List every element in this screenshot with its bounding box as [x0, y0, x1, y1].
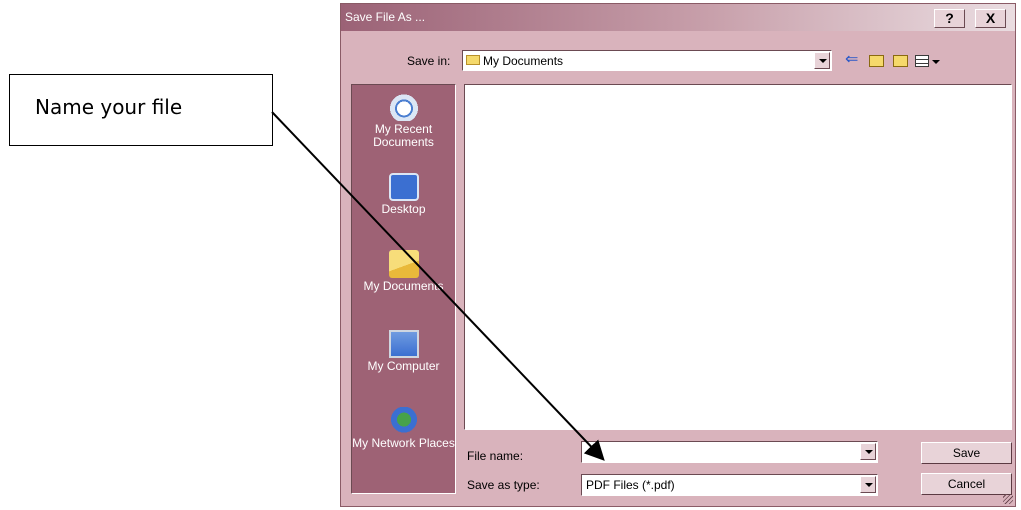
file-name-field[interactable]: [581, 441, 878, 463]
title-bar[interactable]: Save File As ... ? X: [341, 4, 1015, 31]
chevron-down-icon[interactable]: [860, 443, 876, 460]
file-list[interactable]: [464, 84, 1012, 430]
place-label: My Recent Documents: [373, 122, 434, 149]
close-button[interactable]: X: [975, 9, 1006, 28]
view-menu-chevron-icon[interactable]: [932, 60, 940, 64]
place-label: My Computer: [367, 359, 440, 373]
chevron-down-icon[interactable]: [860, 476, 876, 493]
recent-documents-icon: [388, 93, 419, 121]
desktop-icon: [388, 173, 419, 201]
place-label: My Documents: [363, 279, 444, 293]
place-my-computer[interactable]: My Computer: [352, 330, 455, 373]
save-button[interactable]: Save: [921, 442, 1012, 464]
my-documents-icon: [388, 250, 419, 278]
back-arrow-icon[interactable]: ⇐: [845, 51, 858, 69]
folder-icon: [466, 55, 480, 65]
place-my-recent-documents[interactable]: My Recent Documents: [352, 93, 455, 149]
resize-grip-icon[interactable]: [1003, 494, 1013, 504]
up-folder-icon[interactable]: [869, 55, 884, 67]
place-my-network-places[interactable]: My Network Places: [352, 407, 455, 450]
cancel-button[interactable]: Cancel: [921, 473, 1012, 495]
new-folder-icon[interactable]: [893, 55, 908, 67]
save-file-dialog: Save File As ... ? X Save in: My Documen…: [340, 3, 1016, 507]
dialog-title: Save File As ...: [345, 10, 426, 24]
save-as-type-label: Save as type:: [467, 478, 540, 492]
place-desktop[interactable]: Desktop: [352, 173, 455, 216]
network-places-icon: [388, 407, 419, 435]
place-label: Desktop: [381, 202, 426, 216]
places-bar: My Recent Documents Desktop My Documents…: [351, 84, 456, 494]
place-my-documents[interactable]: My Documents: [352, 250, 455, 293]
view-menu-icon[interactable]: [915, 55, 929, 67]
help-button[interactable]: ?: [934, 9, 965, 28]
save-as-type-dropdown[interactable]: PDF Files (*.pdf): [581, 474, 878, 496]
save-in-value: My Documents: [483, 54, 564, 68]
place-label: My Network Places: [352, 436, 455, 450]
save-as-type-value: PDF Files (*.pdf): [586, 478, 675, 492]
annotation-callout: Name your file: [9, 74, 273, 146]
callout-text: Name your file: [35, 95, 183, 119]
save-in-dropdown[interactable]: My Documents: [462, 50, 832, 71]
save-in-label: Save in:: [407, 54, 451, 68]
file-name-label: File name:: [467, 449, 524, 463]
chevron-down-icon[interactable]: [814, 52, 830, 69]
my-computer-icon: [388, 330, 419, 358]
